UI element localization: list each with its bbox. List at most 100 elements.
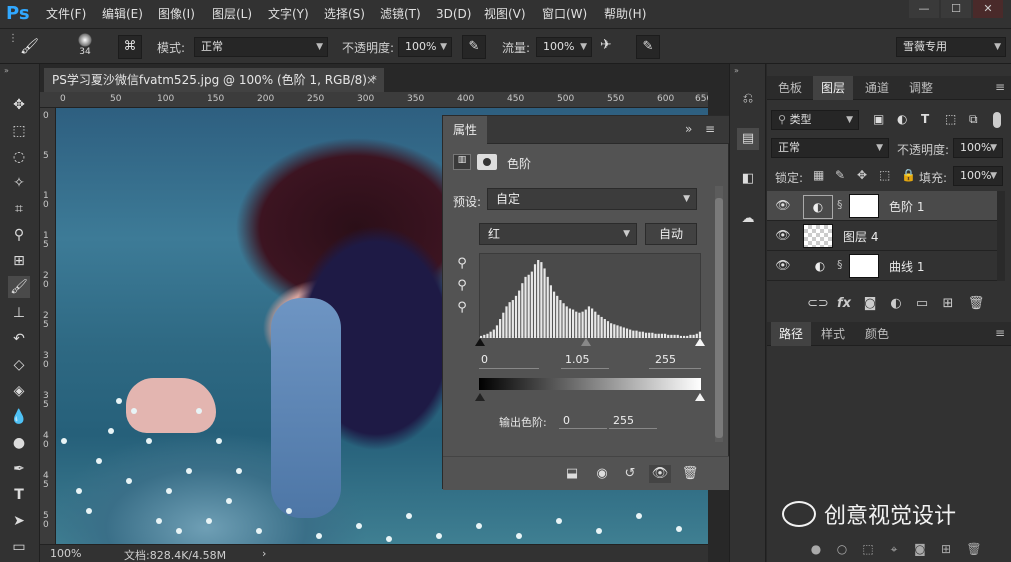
eraser-tool-icon[interactable]: ◇	[8, 354, 30, 376]
tab-paths[interactable]: 路径	[771, 322, 811, 346]
input-black-slider[interactable]	[475, 338, 485, 346]
flow-input[interactable]: 100% ▼	[536, 37, 592, 57]
lasso-tool-icon[interactable]: ◌	[8, 146, 30, 168]
menu-window[interactable]: 窗口(W)	[542, 0, 587, 28]
output-white-slider[interactable]	[695, 393, 705, 401]
input-black-value[interactable]: 0	[481, 353, 488, 366]
layer-row-levels[interactable]: 👁 ◐ § 色阶 1	[767, 191, 997, 221]
menu-select[interactable]: 选择(S)	[324, 0, 365, 28]
reset-icon[interactable]: ↺	[619, 465, 641, 483]
menu-3d[interactable]: 3D(D)	[436, 0, 471, 28]
input-gamma-slider[interactable]	[581, 338, 591, 346]
output-black-value[interactable]: 0	[563, 414, 570, 427]
delete-path-icon[interactable]: 🗑	[965, 542, 983, 558]
brush-panel-toggle-icon[interactable]: ⌘	[118, 35, 142, 59]
pressure-size-icon[interactable]: ✎	[636, 35, 660, 59]
new-adjustment-layer-icon[interactable]: ◐	[887, 296, 905, 314]
zoom-level[interactable]: 100%	[50, 547, 81, 560]
visibility-eye-icon[interactable]: 👁	[649, 465, 671, 483]
tab-styles[interactable]: 样式	[813, 322, 853, 346]
layer-row-pixel[interactable]: 👁 图层 4	[767, 221, 997, 251]
menu-layer[interactable]: 图层(L)	[212, 0, 252, 28]
path-selection-tool-icon[interactable]: ➤	[8, 510, 30, 532]
filter-shape-icon[interactable]: ⬚	[945, 112, 956, 126]
layer-opacity-input[interactable]: 100% ▼	[953, 138, 1003, 158]
menu-filter[interactable]: 滤镜(T)	[380, 0, 421, 28]
libraries-panel-icon[interactable]: ☁	[737, 208, 759, 230]
horizontal-ruler[interactable]: 0 50 100 150 200 250 300 350 400 450 500…	[40, 92, 708, 108]
marquee-tool-icon[interactable]: ⬚	[8, 120, 30, 142]
delete-layer-icon[interactable]: 🗑	[967, 296, 985, 314]
menu-file[interactable]: 文件(F)	[46, 0, 86, 28]
panel-menu-icon[interactable]: ≡	[995, 80, 1005, 94]
pen-tool-icon[interactable]: ✒	[8, 458, 30, 480]
preset-select[interactable]: 自定 ▼	[487, 188, 697, 210]
menu-image[interactable]: 图像(I)	[158, 0, 195, 28]
auto-button[interactable]: 自动	[645, 223, 697, 245]
input-gamma-value[interactable]: 1.05	[565, 353, 590, 366]
tab-color[interactable]: 颜色	[857, 322, 897, 346]
filter-toggle-switch[interactable]	[993, 112, 1001, 128]
dodge-tool-icon[interactable]: ●	[8, 432, 30, 454]
lock-transparent-icon[interactable]: ▦	[813, 168, 824, 182]
new-group-icon[interactable]: ▭	[913, 296, 931, 314]
menu-edit[interactable]: 编辑(E)	[102, 0, 143, 28]
opacity-input[interactable]: 100% ▼	[398, 37, 452, 57]
tab-swatches[interactable]: 色板	[771, 76, 809, 100]
layer-style-icon[interactable]: fx	[835, 296, 853, 314]
lock-pixels-icon[interactable]: ✎	[835, 168, 845, 182]
collapse-panel-icon[interactable]: »	[685, 122, 692, 136]
type-tool-icon[interactable]: T	[8, 484, 30, 506]
output-white-value[interactable]: 255	[613, 414, 634, 427]
collapse-icon[interactable]: »	[734, 66, 739, 75]
status-menu-arrow-icon[interactable]: ›	[262, 547, 266, 560]
layers-scrollbar[interactable]	[997, 191, 1005, 281]
load-selection-icon[interactable]: ⬚	[859, 542, 877, 558]
menu-help[interactable]: 帮助(H)	[604, 0, 646, 28]
fill-input[interactable]: 100% ▼	[953, 166, 1003, 186]
output-black-slider[interactable]	[475, 393, 485, 401]
document-tab[interactable]: PS学习夏沙微信fvatm525.jpg @ 100% (色阶 1, RGB/8…	[44, 68, 384, 92]
lock-position-icon[interactable]: ✥	[857, 168, 867, 182]
filter-type-icon[interactable]: T	[921, 112, 929, 126]
properties-panel-icon[interactable]: ▤	[737, 128, 759, 150]
healing-brush-tool-icon[interactable]: ⊞	[8, 250, 30, 272]
blur-tool-icon[interactable]: 💧	[8, 406, 30, 428]
input-white-value[interactable]: 255	[655, 353, 676, 366]
tab-properties[interactable]: 属性	[443, 116, 487, 144]
eye-icon[interactable]: 👁	[775, 228, 791, 242]
mask-icon[interactable]	[477, 154, 497, 170]
magic-wand-tool-icon[interactable]: ✧	[8, 172, 30, 194]
channel-select[interactable]: 红 ▼	[479, 223, 637, 245]
close-button[interactable]: ✕	[973, 0, 1003, 18]
close-tab-icon[interactable]: ×	[366, 68, 376, 92]
tab-adjustments[interactable]: 调整	[901, 76, 941, 100]
paint-bucket-tool-icon[interactable]: ◈	[8, 380, 30, 402]
shape-tool-icon[interactable]: ▭	[8, 536, 30, 558]
add-mask-icon[interactable]: ◙	[911, 542, 929, 558]
add-mask-icon[interactable]: ◙	[861, 296, 879, 314]
history-brush-tool-icon[interactable]: ↶	[8, 328, 30, 350]
tab-channels[interactable]: 通道	[857, 76, 897, 100]
panel-menu-icon[interactable]: ≡	[705, 122, 715, 136]
pressure-opacity-icon[interactable]: ✎	[462, 35, 486, 59]
menu-view[interactable]: 视图(V)	[484, 0, 526, 28]
clip-to-layer-icon[interactable]: ⬓	[561, 465, 583, 483]
crop-tool-icon[interactable]: ⌗	[8, 198, 30, 220]
stroke-path-icon[interactable]: ○	[833, 542, 851, 558]
vertical-ruler[interactable]: 0 5 1 0 1 5 2 0 2 5 3 0 3 5 4 0 4 5 5 0	[40, 108, 56, 544]
airbrush-icon[interactable]: ✈	[600, 37, 622, 57]
filter-smart-object-icon[interactable]: ⧉	[969, 112, 978, 127]
history-panel-icon[interactable]: ⎌	[737, 88, 759, 110]
layer-kind-filter[interactable]: ⚲ 类型 ▼	[771, 110, 859, 130]
filter-pixel-icon[interactable]: ▣	[873, 112, 884, 126]
black-point-eyedropper-icon[interactable]: ⚲	[453, 256, 471, 274]
layer-row-curves[interactable]: 👁 ◐ § 曲线 1	[767, 251, 997, 281]
link-layers-icon[interactable]: ⊂⊃	[807, 296, 829, 314]
filter-adjustment-icon[interactable]: ◐	[897, 112, 907, 126]
workspace-select[interactable]: 雪薇专用 ▼	[896, 37, 1006, 57]
menu-type[interactable]: 文字(Y)	[268, 0, 309, 28]
new-layer-icon[interactable]: ⊞	[939, 296, 957, 314]
lock-all-icon[interactable]: 🔒	[901, 168, 916, 182]
maximize-button[interactable]: ☐	[941, 0, 971, 18]
